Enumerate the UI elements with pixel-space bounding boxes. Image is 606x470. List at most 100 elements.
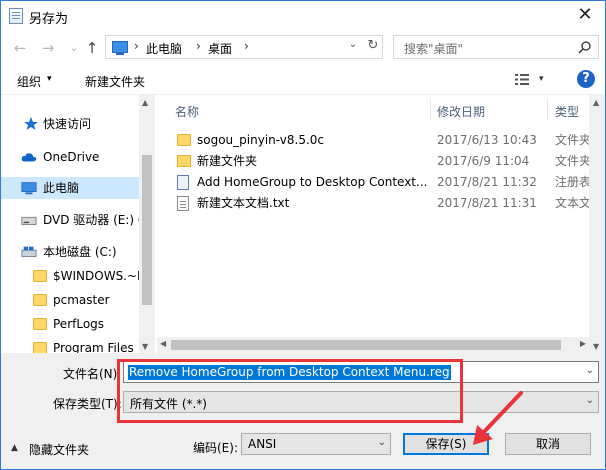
sidebar-item-label: 此电脑: [43, 181, 80, 195]
refresh-icon[interactable]: ↻: [364, 38, 382, 53]
reg-file-icon: [177, 175, 189, 190]
hide-folders-label: 隐藏文件夹: [29, 443, 90, 457]
document-icon: [9, 8, 23, 24]
sidebar-item-label: PerfLogs: [53, 317, 105, 331]
toolbar: 组织 ▾ 新建文件夹 ▾ ?: [1, 65, 605, 95]
annotation-arrow-icon: [473, 391, 523, 445]
breadcrumb-separator[interactable]: ›: [244, 39, 249, 53]
sidebar-item-onedrive[interactable]: OneDrive: [1, 146, 139, 168]
breadcrumb-separator[interactable]: ›: [196, 39, 201, 53]
breadcrumb-desktop[interactable]: 桌面: [208, 40, 232, 57]
file-list-scrollbar[interactable]: ▲ ▼: [589, 95, 605, 353]
filetype-label: 保存类型(T):: [53, 397, 122, 411]
text-file-icon: [177, 196, 189, 211]
sidebar-item-folder[interactable]: pcmaster: [1, 289, 139, 311]
folder-icon: [33, 318, 47, 330]
navigation-bar: ← → ⌄ ↑ › 此电脑 › 桌面 › ⌄ ↻ 搜索"桌面": [1, 31, 605, 65]
list-item[interactable]: Add HomeGroup to Desktop Context... 2017…: [171, 172, 605, 193]
star-icon: [24, 117, 38, 130]
scroll-down-icon[interactable]: ▼: [142, 342, 148, 351]
file-list: ^ 名称 修改日期 类型 sogou_pinyin-v8.5.0c 2017/6…: [157, 95, 605, 353]
sidebar-item-label: $WINDOWS.~B: [53, 269, 139, 283]
list-item[interactable]: sogou_pinyin-v8.5.0c 2017/6/13 10:43 文件夹: [171, 130, 605, 151]
chevron-down-icon[interactable]: ⌄: [346, 39, 360, 50]
file-date: 2017/8/21 11:32: [437, 175, 537, 189]
forward-arrow-icon[interactable]: →: [39, 39, 57, 57]
list-item[interactable]: 新建文本文档.txt 2017/8/21 11:31 文本文档: [171, 193, 605, 214]
breadcrumb-separator[interactable]: ›: [134, 39, 139, 53]
new-folder-button[interactable]: 新建文件夹: [85, 73, 145, 90]
sidebar-item-this-pc[interactable]: 此电脑: [1, 177, 139, 199]
sort-ascending-icon: ^: [296, 95, 304, 102]
column-header-type[interactable]: 类型: [555, 103, 579, 120]
column-header-name[interactable]: 名称: [175, 103, 199, 120]
file-date: 2017/8/21 11:31: [437, 196, 537, 210]
recent-locations-icon[interactable]: ⌄: [65, 39, 83, 57]
help-icon[interactable]: ?: [577, 70, 595, 88]
horizontal-scrollbar[interactable]: ◀ ▶: [157, 337, 589, 353]
chevron-down-icon[interactable]: ⌄: [586, 365, 594, 376]
sidebar-scrollbar[interactable]: ▲ ▼: [139, 95, 155, 353]
column-divider[interactable]: [547, 99, 548, 121]
scroll-up-icon[interactable]: ▲: [142, 98, 148, 107]
highlight-box: [117, 359, 463, 423]
view-options-icon[interactable]: [515, 74, 529, 85]
chevron-down-icon[interactable]: ⌄: [586, 395, 594, 406]
cloud-icon: [21, 153, 37, 162]
chevron-up-icon: ▲: [11, 443, 18, 453]
file-name: 新建文件夹: [197, 154, 258, 168]
window-title: 另存为: [29, 12, 69, 27]
encoding-select[interactable]: ANSI ⌄: [241, 433, 391, 455]
computer-icon: [112, 41, 128, 55]
encoding-value: ANSI: [248, 437, 277, 451]
dvd-icon: [21, 216, 37, 225]
sidebar-item-dvd-drive[interactable]: DVD 驱动器 (E:) C: [1, 209, 139, 231]
file-type: 文件夹: [555, 133, 592, 147]
sidebar-item-label: 快速访问: [43, 117, 92, 131]
scroll-down-icon[interactable]: ▼: [593, 342, 599, 351]
sidebar-item-folder[interactable]: PerfLogs: [1, 313, 139, 335]
save-as-dialog: 另存为 ✕ ← → ⌄ ↑ › 此电脑 › 桌面 › ⌄ ↻ 搜索"桌面" 组织…: [0, 0, 606, 470]
column-divider[interactable]: [430, 99, 431, 121]
address-bar[interactable]: › 此电脑 › 桌面 › ⌄ ↻: [105, 35, 383, 59]
list-item[interactable]: 新建文件夹 2017/6/9 11:04 文件夹: [171, 151, 605, 172]
search-placeholder: 搜索"桌面": [404, 42, 464, 56]
scroll-left-icon[interactable]: ◀: [160, 339, 166, 348]
sidebar-item-label: DVD 驱动器 (E:) C: [43, 213, 139, 227]
breadcrumb-this-pc[interactable]: 此电脑: [146, 40, 182, 57]
chevron-down-icon[interactable]: ⌄: [378, 437, 386, 448]
folder-icon: [33, 294, 47, 306]
computer-icon: [21, 182, 37, 195]
navigation-pane: 快速访问 OneDrive 此电脑 DVD 驱动器 (E:) C 本地磁盘 (C…: [1, 95, 139, 353]
sidebar-item-folder[interactable]: Program Files: [1, 337, 139, 353]
scrollbar-thumb[interactable]: [171, 340, 561, 350]
search-input[interactable]: 搜索"桌面": [393, 35, 599, 59]
column-header-date[interactable]: 修改日期: [437, 103, 485, 120]
folder-icon: [33, 342, 47, 353]
filename-label: 文件名(N):: [63, 367, 122, 381]
sidebar-item-local-disk[interactable]: 本地磁盘 (C:): [1, 241, 139, 263]
folder-icon: [33, 270, 47, 282]
chevron-down-icon[interactable]: ▾: [47, 74, 52, 84]
folder-icon: [177, 134, 191, 146]
sidebar-item-label: pcmaster: [53, 293, 110, 307]
encoding-label: 编码(E):: [193, 441, 238, 455]
scroll-right-icon[interactable]: ▶: [580, 339, 586, 348]
file-type: 文件夹: [555, 154, 592, 168]
file-name: 新建文本文档.txt: [197, 196, 290, 210]
chevron-down-icon[interactable]: ▾: [539, 74, 544, 84]
sidebar-item-folder[interactable]: $WINDOWS.~B: [1, 265, 139, 287]
title-bar: 另存为 ✕: [1, 1, 605, 31]
sidebar-item-quick-access[interactable]: 快速访问: [1, 113, 139, 135]
scrollbar-thumb[interactable]: [142, 155, 152, 305]
file-name: Add HomeGroup to Desktop Context...: [197, 175, 428, 189]
sidebar-item-label: Program Files: [53, 341, 134, 353]
file-date: 2017/6/9 11:04: [437, 154, 530, 168]
up-arrow-icon[interactable]: ↑: [83, 39, 101, 57]
folder-icon: [177, 155, 191, 167]
scroll-up-icon[interactable]: ▲: [593, 98, 599, 107]
drive-icon: [21, 246, 37, 257]
back-arrow-icon[interactable]: ←: [11, 39, 29, 57]
close-button[interactable]: ✕: [565, 1, 605, 31]
organize-button[interactable]: 组织: [17, 73, 41, 90]
